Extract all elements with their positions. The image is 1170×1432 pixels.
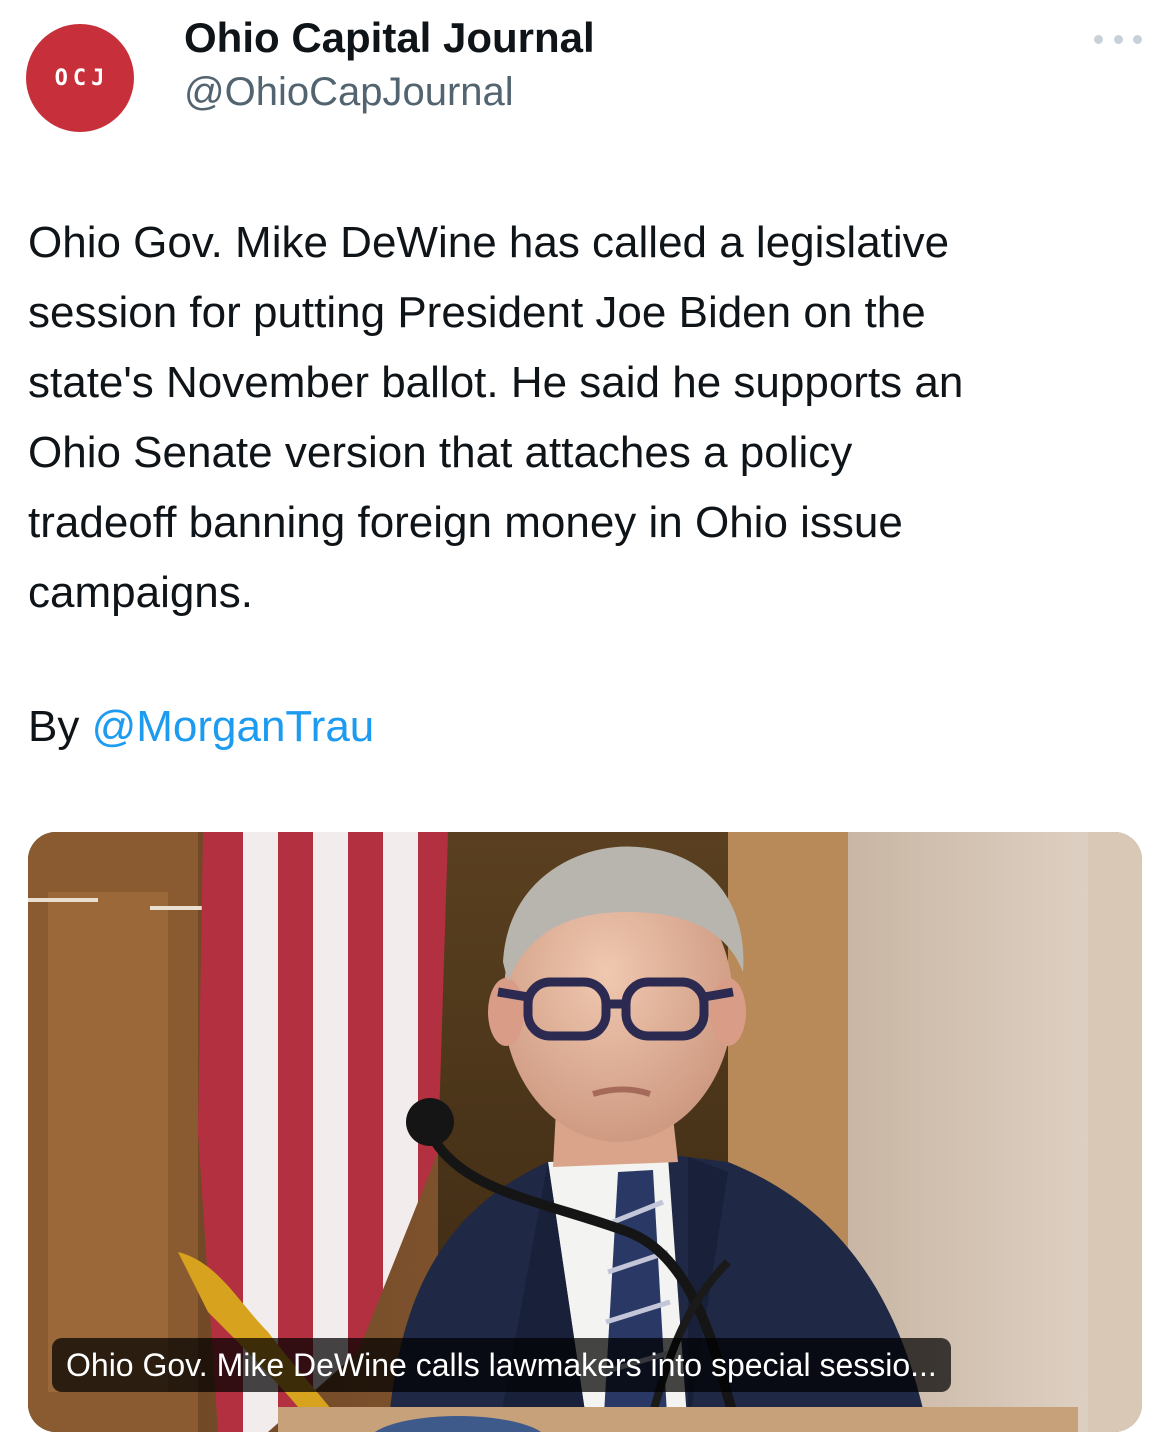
avatar-logo-text: OCJ [54,65,110,91]
more-dot [1113,34,1123,44]
media-card[interactable]: Ohio Gov. Mike DeWine calls lawmakers in… [28,832,1142,1432]
account-display-name[interactable]: Ohio Capital Journal [184,14,595,62]
byline-prefix: By [28,702,92,751]
author-mention-link[interactable]: @MorganTrau [92,702,375,751]
tweet-text: Ohio Gov. Mike DeWine has called a legis… [28,218,964,617]
more-dot [1094,34,1103,44]
account-avatar[interactable]: OCJ [26,24,134,132]
tweet-byline: By @MorganTrau [28,692,374,762]
media-caption: Ohio Gov. Mike DeWine calls lawmakers in… [52,1338,951,1392]
more-options-icon[interactable] [1094,24,1142,54]
more-dot [1133,34,1142,44]
account-handle[interactable]: @OhioCapJournal [184,70,514,115]
